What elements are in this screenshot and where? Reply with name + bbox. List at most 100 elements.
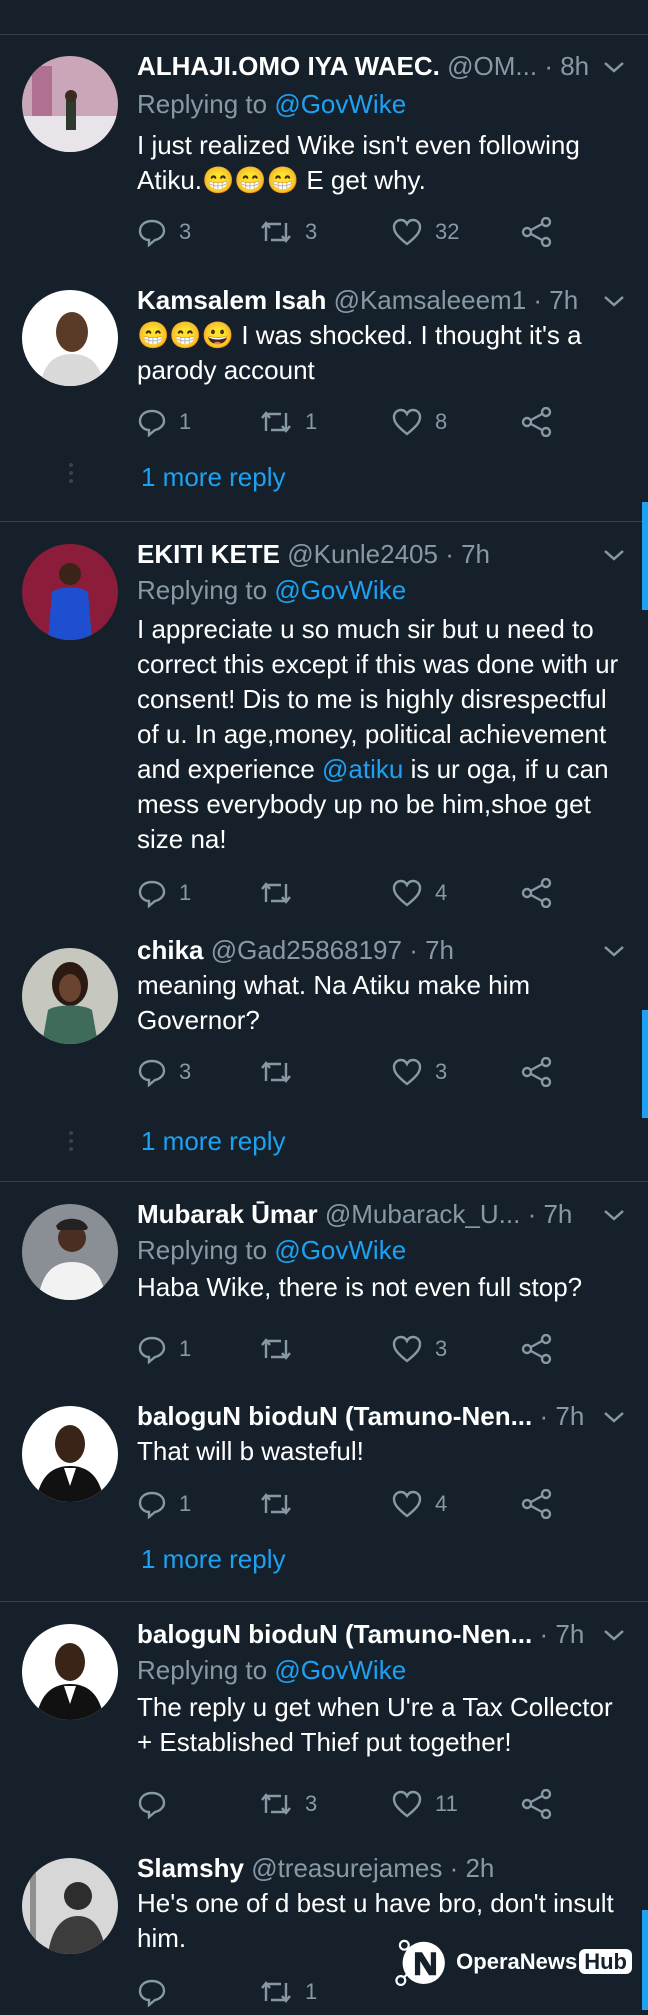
watermark-text: OperaNews Hub [456, 1949, 632, 1975]
like-button[interactable]: 3 [391, 1329, 447, 1369]
display-name[interactable]: baloguN bioduN (Tamuno-Nen... [137, 1619, 532, 1649]
more-replies-link[interactable]: 1 more reply [141, 1126, 286, 1157]
retweet-icon [261, 1338, 291, 1360]
display-name[interactable]: baloguN bioduN (Tamuno-Nen... [137, 1401, 532, 1431]
retweet-button[interactable]: 1 [259, 1972, 317, 2012]
timestamp: · 7h [533, 285, 579, 315]
share-button[interactable] [521, 1329, 565, 1369]
share-icon [521, 407, 552, 437]
mention-link[interactable]: @GovWike [274, 1655, 406, 1685]
mention-link[interactable]: @GovWike [274, 1235, 406, 1265]
divider [0, 1181, 648, 1182]
heart-icon [392, 1490, 422, 1518]
tweet-header: baloguN bioduN (Tamuno-Nen... · 7h [137, 1616, 628, 1652]
chevron-down-icon[interactable] [602, 1206, 626, 1224]
avatar[interactable] [22, 948, 118, 1044]
avatar[interactable] [22, 1406, 118, 1502]
share-icon [521, 878, 552, 908]
reply-button[interactable]: 3 [137, 1052, 191, 1092]
avatar[interactable] [22, 290, 118, 386]
retweet-button[interactable]: 1 [259, 402, 317, 442]
avatar[interactable] [22, 1624, 118, 1720]
avatar[interactable] [22, 56, 118, 152]
user-handle[interactable]: @treasurejames [251, 1853, 442, 1883]
chevron-down-icon[interactable] [602, 1626, 626, 1644]
reply-button[interactable]: 1 [137, 1484, 191, 1524]
retweet-button[interactable] [259, 873, 305, 913]
timestamp: · 7h [409, 935, 454, 965]
display-name[interactable]: chika [137, 935, 204, 965]
mention-link[interactable]: @GovWike [274, 575, 406, 605]
share-button[interactable] [521, 1484, 565, 1524]
reply-button[interactable]: 1 [137, 1329, 191, 1369]
like-button[interactable]: 32 [391, 212, 459, 252]
like-button[interactable]: 4 [391, 873, 447, 913]
reply-button[interactable] [137, 1784, 179, 1824]
retweet-button[interactable]: 3 [259, 212, 317, 252]
user-handle[interactable]: @Mubarack_U... [325, 1199, 520, 1229]
operanews-logo-icon [395, 1939, 445, 1987]
user-handle[interactable]: @Kamsaleeem1 [334, 285, 527, 315]
tweet-actions: 1 4 [137, 1484, 577, 1524]
share-button[interactable] [521, 212, 565, 252]
chevron-down-icon[interactable] [602, 546, 626, 564]
share-button[interactable] [521, 1052, 565, 1092]
chevron-down-icon[interactable] [602, 942, 626, 960]
share-button[interactable] [521, 1784, 565, 1824]
reply-button[interactable]: 1 [137, 873, 191, 913]
tweet-text: I just realized Wike isn't even followin… [137, 130, 580, 195]
divider [0, 521, 648, 522]
mention-link[interactable]: @GovWike [274, 89, 406, 119]
reply-icon [138, 1336, 166, 1364]
avatar[interactable] [22, 1204, 118, 1300]
share-button[interactable] [521, 402, 565, 442]
thread-dots [69, 1131, 73, 1151]
display-name[interactable]: Slamshy [137, 1853, 244, 1883]
like-button[interactable]: 3 [391, 1052, 447, 1092]
reply-icon [138, 219, 166, 247]
timestamp: · 7h [539, 1401, 585, 1431]
retweet-button[interactable] [259, 1052, 305, 1092]
divider [0, 1601, 648, 1602]
scroll-indicator [642, 502, 648, 610]
chevron-down-icon[interactable] [602, 58, 626, 76]
user-handle[interactable]: @OM... [447, 51, 537, 81]
chevron-down-icon[interactable] [602, 1408, 626, 1426]
display-name[interactable]: Mubarak Ūmar [137, 1199, 318, 1229]
timestamp: · 2h [449, 1853, 495, 1883]
more-replies-link[interactable]: 1 more reply [141, 1544, 286, 1575]
tweet-actions: 1 3 [137, 1329, 577, 1369]
display-name[interactable]: ALHAJI.OMO IYA WAEC. [137, 51, 440, 81]
more-replies-link[interactable]: 1 more reply [141, 462, 286, 493]
like-button[interactable]: 8 [391, 402, 447, 442]
share-button[interactable] [521, 873, 565, 913]
avatar[interactable] [22, 544, 118, 640]
user-handle[interactable]: @Gad25868197 [211, 935, 402, 965]
reply-button[interactable]: 1 [137, 402, 191, 442]
top-strip [0, 0, 648, 35]
display-name[interactable]: EKITI KETE [137, 539, 280, 569]
retweet-button[interactable] [259, 1329, 305, 1369]
retweet-button[interactable]: 3 [259, 1784, 317, 1824]
share-icon [521, 1789, 552, 1819]
mention-link[interactable]: @atiku [322, 754, 403, 784]
operanews-watermark: OperaNews Hub [392, 1922, 632, 2002]
reply-button[interactable]: 3 [137, 212, 191, 252]
replying-to: Replying to @GovWike [137, 575, 407, 605]
reply-button[interactable] [137, 1972, 179, 2012]
like-button[interactable]: 4 [391, 1484, 447, 1524]
retweet-button[interactable] [259, 1484, 305, 1524]
replying-to: Replying to @GovWike [137, 1235, 407, 1265]
display-name[interactable]: Kamsalem Isah [137, 285, 326, 315]
like-button[interactable]: 11 [391, 1784, 458, 1824]
user-handle[interactable]: @Kunle2405 [287, 539, 438, 569]
tweet-text: I appreciate u so much sir but u need to… [137, 614, 619, 854]
retweet-icon [261, 221, 291, 243]
replying-to: Replying to @GovWike [137, 89, 407, 119]
retweet-icon [261, 411, 291, 433]
chevron-down-icon[interactable] [602, 292, 626, 310]
retweet-icon [261, 1061, 291, 1083]
heart-icon [392, 408, 422, 436]
avatar[interactable] [22, 1858, 118, 1954]
share-icon [521, 1334, 552, 1364]
